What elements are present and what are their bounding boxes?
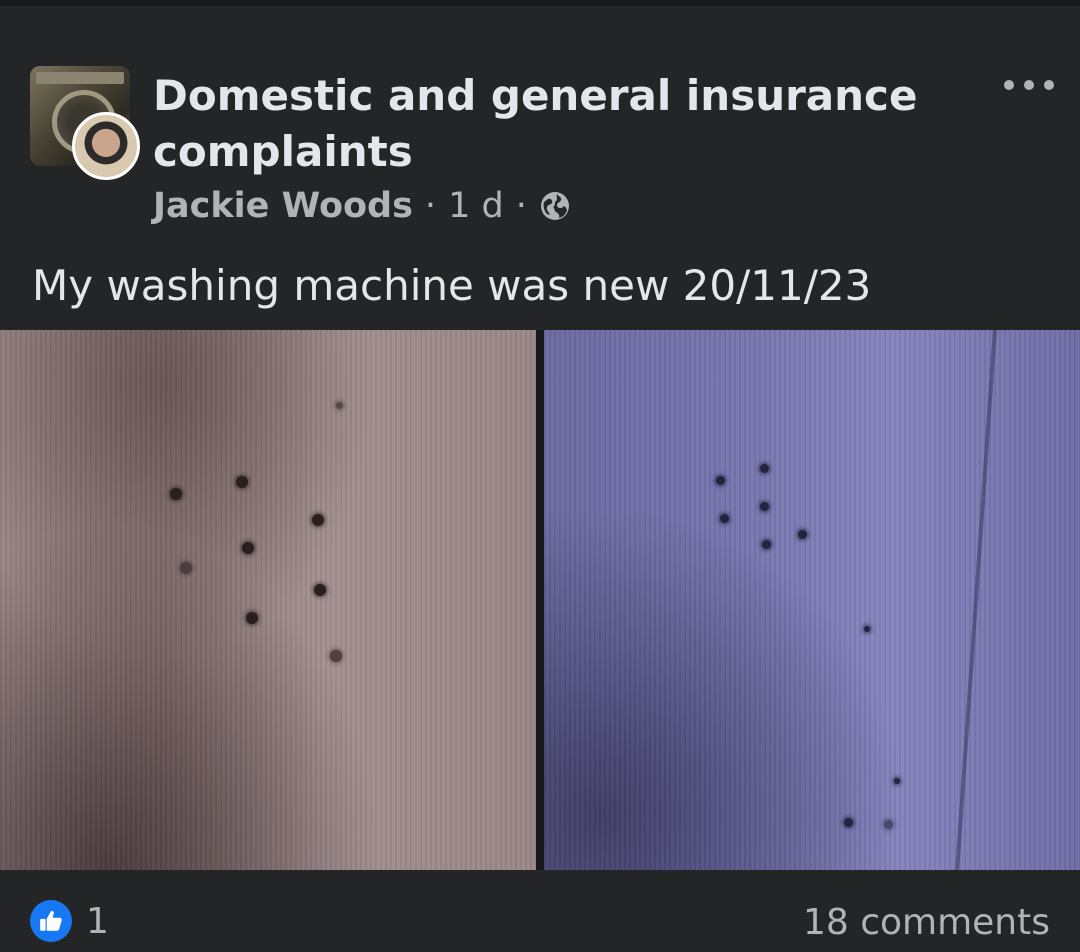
author-name[interactable]: Jackie Woods: [153, 186, 413, 226]
like-thumb-icon: [30, 900, 72, 942]
post-text: My washing machine was new 20/11/23: [32, 261, 872, 310]
fabric-hole: [864, 626, 870, 632]
fabric-hole: [236, 476, 248, 488]
meta-separator: ·: [424, 186, 437, 226]
like-count: 1: [86, 900, 109, 942]
group-name[interactable]: Domestic and general insurance complaint…: [153, 68, 953, 180]
fabric-hole: [180, 562, 192, 574]
fabric-hole: [798, 530, 807, 539]
fabric-hole: [170, 488, 182, 500]
fabric-hole: [760, 502, 769, 511]
thumb-up-icon: [40, 910, 62, 931]
washer-panel: [36, 72, 124, 84]
globe-icon: [540, 192, 569, 220]
author-avatar[interactable]: [72, 112, 140, 180]
fabric-hole: [336, 402, 343, 409]
reaction-summary[interactable]: 1: [30, 900, 109, 942]
photo-pink-fabric[interactable]: [0, 330, 536, 870]
post-time[interactable]: 1 d: [448, 186, 504, 226]
photo-grid: [0, 330, 1080, 870]
comments-count[interactable]: 18 comments: [803, 902, 1050, 943]
fabric-seam: [955, 330, 997, 870]
fabric-hole: [314, 584, 326, 596]
group-avatar[interactable]: [30, 66, 140, 180]
post-meta: Jackie Woods · 1 d ·: [153, 184, 571, 228]
fabric-hole: [844, 818, 853, 827]
fabric-hole: [242, 542, 254, 554]
photo-purple-fabric[interactable]: [544, 330, 1080, 870]
fabric-hole: [884, 820, 893, 829]
fabric-hole: [894, 778, 900, 784]
fabric-hole: [720, 514, 729, 523]
fabric-hole: [762, 540, 771, 549]
fabric-hole: [760, 464, 769, 473]
post-footer: 1 18 comments: [0, 870, 1080, 952]
fabric-hole: [246, 612, 258, 624]
more-dots-icon[interactable]: [1004, 70, 1054, 100]
fabric-hole: [330, 650, 342, 662]
fabric-hole: [312, 514, 324, 526]
post-header: Domestic and general insurance complaint…: [0, 6, 1080, 326]
meta-separator: ·: [515, 186, 527, 226]
fabric-hole: [716, 476, 725, 485]
